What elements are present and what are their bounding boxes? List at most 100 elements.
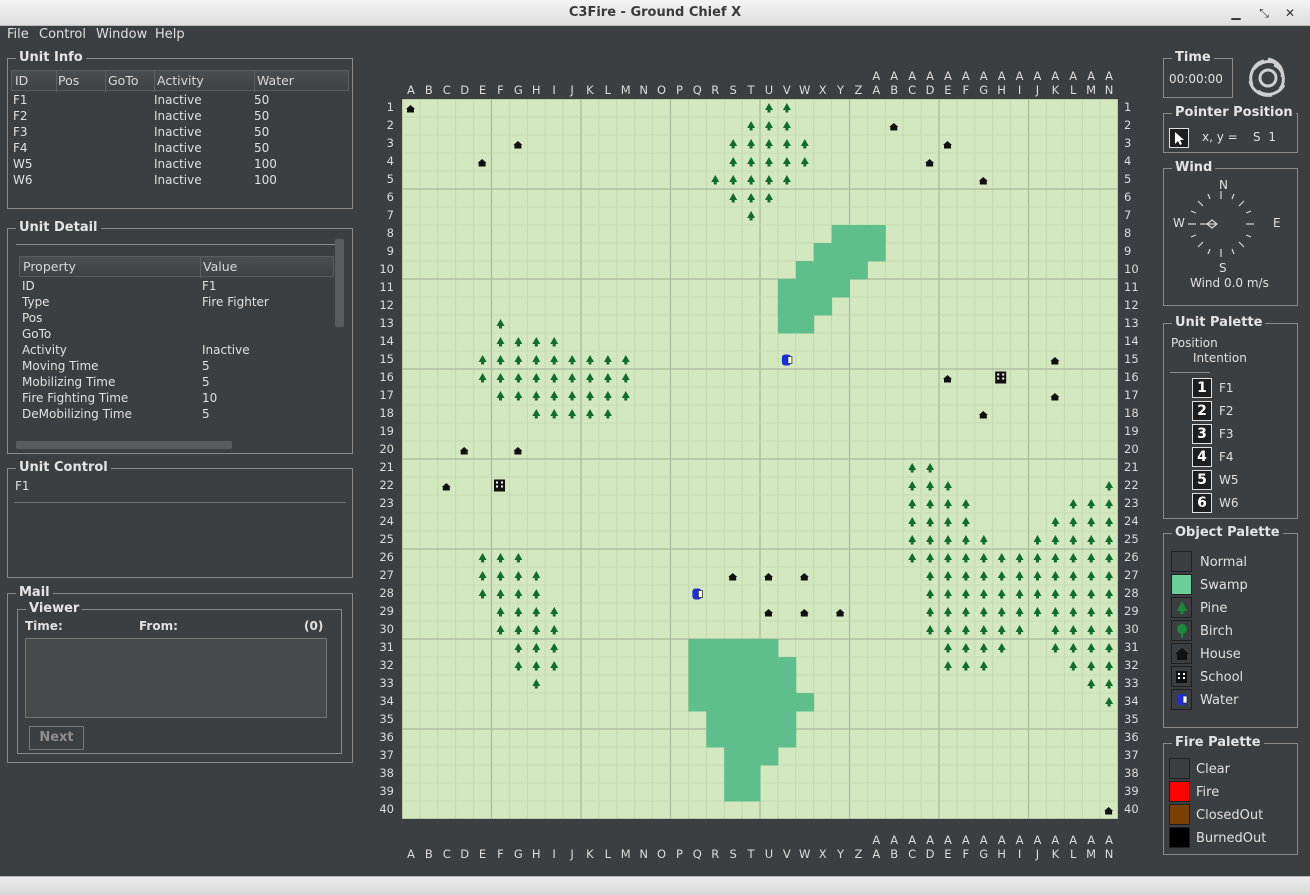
table-row[interactable]: F2 Inactive 50 [13,109,349,125]
swamp-icon[interactable] [1171,574,1192,595]
object-palette-label[interactable]: School [1200,670,1243,685]
map-grid[interactable] [401,98,1119,820]
table-row[interactable]: Pos [22,311,332,327]
fire-swatch-icon[interactable] [1169,804,1190,825]
table-row[interactable]: DeMobilizing Time 5 [22,407,332,423]
property-cell: Activity [22,343,67,357]
unit-detail-header: Property Value [19,256,334,278]
col-activity[interactable]: Activity [157,73,204,88]
next-button[interactable]: Next [29,726,84,750]
column-label: P [675,847,683,861]
table-row[interactable]: Fire Fighting Time 10 [22,391,332,407]
fire-palette-label[interactable]: Clear [1196,762,1230,777]
pine-icon[interactable] [1171,597,1192,618]
col-water[interactable]: Water [257,73,294,88]
col-goto[interactable]: GoTo [108,73,139,88]
swamp-cell [724,657,743,676]
table-row[interactable]: Mobilizing Time 5 [22,375,332,391]
mail-message-area[interactable] [25,638,327,718]
object-palette-label[interactable]: Water [1200,693,1238,708]
col-property[interactable]: Property [23,259,76,274]
unit-number-icon[interactable]: 1 [1192,378,1212,398]
unit-detail-table: ID F1 Type Fire Fighter Pos GoTo Activity Inact… [22,279,332,425]
column-label: L [604,847,612,861]
map-canvas[interactable] [401,98,1119,820]
column-label: AM [1082,833,1100,861]
menu-help[interactable]: Help [155,27,185,42]
unit-palette-item[interactable]: W6 [1219,496,1239,510]
table-row[interactable]: Type Fire Fighter [22,295,332,311]
column-label: AN [1100,833,1118,861]
menu-file[interactable]: File [7,27,29,42]
unit-palette-item[interactable]: F4 [1219,450,1234,464]
vertical-scrollbar[interactable] [335,239,344,327]
close-icon[interactable]: ✕ [1280,3,1300,23]
school-icon[interactable] [1171,666,1192,687]
menu-control[interactable]: Control [39,27,86,42]
table-row[interactable]: F4 Inactive 50 [13,141,349,157]
row-label: 32 [1124,658,1139,672]
water-icon[interactable] [1171,689,1192,710]
object-palette-label[interactable]: Swamp [1200,578,1248,593]
swamp-cell [831,279,850,298]
column-label: AJ [1029,833,1047,861]
unit-number-icon[interactable]: 4 [1192,447,1212,467]
table-row[interactable]: Moving Time 5 [22,359,332,375]
mail-from-label: From: [139,619,178,633]
swamp-cell [706,711,725,730]
restore-icon[interactable]: ⤡ [1254,3,1274,23]
row-label: 39 [1124,784,1139,798]
column-label-line: A [926,833,934,847]
fire-palette-label[interactable]: ClosedOut [1196,808,1263,823]
table-row[interactable]: F1 Inactive 50 [13,93,349,109]
col-id[interactable]: ID [15,73,28,88]
column-label: AG [975,69,993,97]
table-cell: 50 [254,109,270,123]
unit-number-icon[interactable]: 6 [1192,493,1212,513]
swamp-cell [795,279,815,298]
table-row[interactable]: F3 Inactive 50 [13,125,349,141]
value-cell: 5 [202,375,210,389]
row-label: 35 [379,712,394,726]
row-label: 34 [1124,694,1139,708]
fire-swatch-icon[interactable] [1169,827,1190,848]
menu-window[interactable]: Window [96,27,147,42]
fire-swatch-icon[interactable] [1169,781,1190,802]
column-label-line: A [961,833,970,847]
unit-number-icon[interactable]: 2 [1192,401,1212,421]
fire-palette-label[interactable]: Fire [1196,785,1219,800]
unit-number-icon[interactable]: 3 [1192,424,1212,444]
table-row[interactable]: ID F1 [22,279,332,295]
unit-palette-item[interactable]: W5 [1219,473,1239,487]
table-row[interactable]: W6 Inactive 100 [13,173,349,189]
fire-palette-label[interactable]: BurnedOut [1196,831,1266,846]
object-palette-label[interactable]: Normal [1200,555,1247,570]
unit-palette-item[interactable]: F1 [1219,381,1234,395]
table-row[interactable]: Activity Inactive [22,343,332,359]
table-row[interactable]: W5 Inactive 100 [13,157,349,173]
swamp-cell [742,729,761,748]
column-label: T [747,847,755,861]
col-pos[interactable]: Pos [58,73,79,88]
unit-palette-item[interactable]: F3 [1219,427,1234,441]
normal-icon[interactable] [1171,551,1192,572]
horizontal-scrollbar[interactable] [16,441,232,449]
unit-palette-item[interactable]: F2 [1219,404,1234,418]
object-palette-label[interactable]: House [1200,647,1241,662]
column-label: AF [957,833,975,861]
row-label: 12 [1124,298,1139,312]
object-palette-label[interactable]: Pine [1200,601,1227,616]
object-palette-label[interactable]: Birch [1200,624,1233,639]
fire-swatch-icon[interactable] [1169,758,1190,779]
table-row[interactable]: GoTo [22,327,332,343]
row-label: 21 [379,460,394,474]
minimize-icon[interactable]: ▁ [1226,3,1246,23]
birch-icon[interactable] [1171,620,1192,641]
house-icon[interactable] [1171,643,1192,664]
unit-number-icon[interactable]: 5 [1192,470,1212,490]
col-value[interactable]: Value [203,259,237,274]
menu-bar: File Control Window Help [0,26,1310,46]
column-label-line: L [1070,847,1077,861]
unit-detail-panel: Unit Detail Property Value ID F1 Type Fire … [7,220,353,454]
swamp-cell [777,279,797,298]
